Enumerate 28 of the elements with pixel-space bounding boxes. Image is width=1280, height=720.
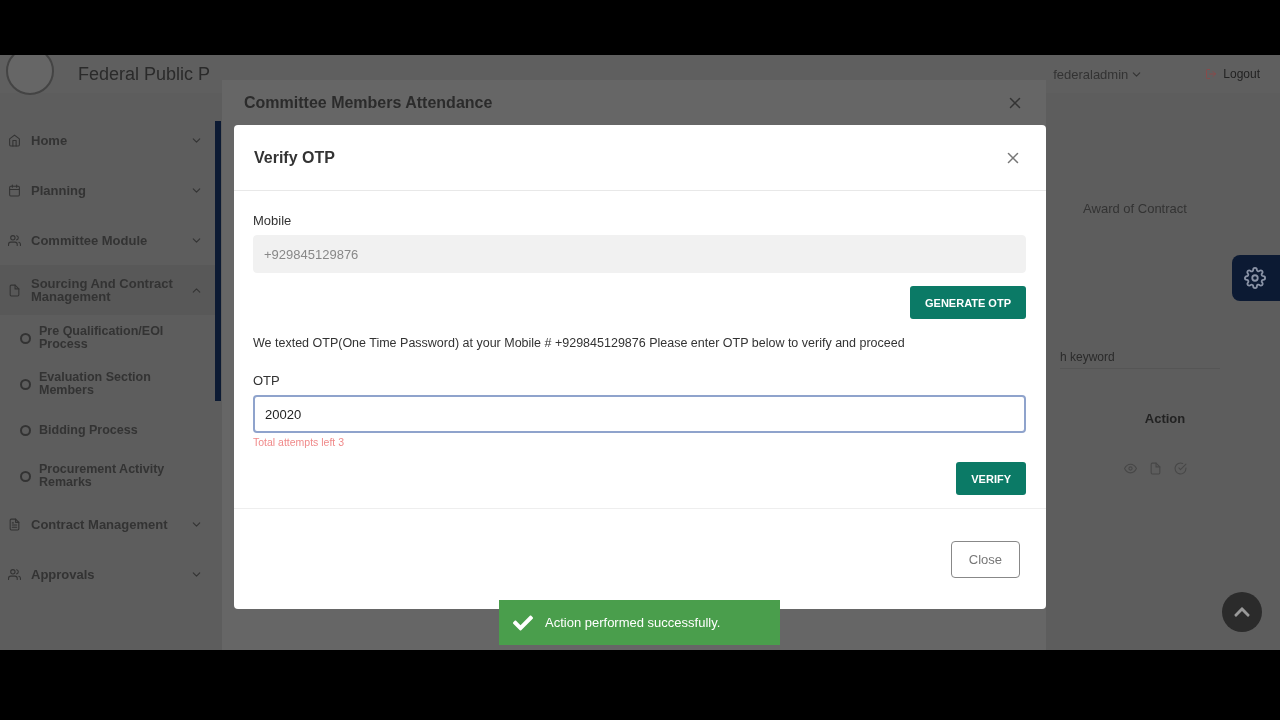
- bullet-icon: [20, 378, 31, 390]
- menu-item-icon: [8, 183, 21, 197]
- settings-button[interactable]: [1232, 255, 1280, 301]
- menu-item-icon: [8, 567, 21, 581]
- logout-button[interactable]: Logout: [1197, 63, 1268, 85]
- toast-message: Action performed successfully.: [545, 615, 721, 630]
- generate-otp-button[interactable]: GENERATE OTP: [910, 286, 1026, 319]
- field-label: Mobile: [253, 213, 292, 228]
- scroll-top-button[interactable]: [1222, 592, 1262, 632]
- bullet-icon: [20, 332, 31, 344]
- menu-item-icon: [8, 233, 21, 247]
- verify-button[interactable]: VERIFY: [956, 462, 1026, 495]
- scrollbar[interactable]: [215, 121, 221, 401]
- otp-field[interactable]: 20020: [253, 395, 1026, 433]
- attempts-message: Total attempts left 3: [253, 436, 345, 448]
- modal-title: Committee Members Attendance: [244, 94, 493, 112]
- field-label: OTP: [253, 373, 280, 388]
- bullet-icon: [20, 470, 31, 482]
- settings-icon: [1244, 267, 1266, 289]
- menu-item-icon: [8, 517, 21, 531]
- bullet-icon: [20, 424, 31, 436]
- column-header: Action: [1144, 411, 1186, 426]
- close-button[interactable]: Close: [950, 540, 1020, 578]
- logout-icon: [1205, 68, 1218, 80]
- menu-item-icon: [8, 133, 21, 147]
- menu-item-icon: [8, 283, 21, 297]
- info-message: We texted OTP(One Time Password) at your Mobile # +929845129876 Please enter OTP below to verify and proceed: [253, 336, 906, 350]
- dialog-title: Verify OTP: [254, 148, 335, 167]
